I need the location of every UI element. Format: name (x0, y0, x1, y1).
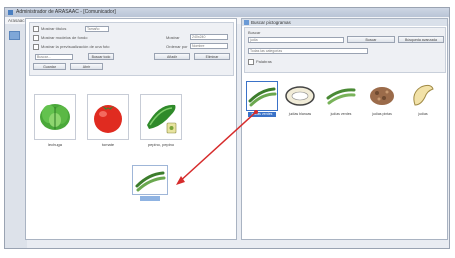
white-beans-icon (285, 86, 315, 106)
cucumber-icon (147, 104, 177, 134)
pinto-beans-icon (370, 87, 394, 105)
dragged-pictogram[interactable] (132, 165, 168, 195)
dialog-icon (244, 20, 249, 25)
option-row-titles: Mostrar títulos (33, 26, 66, 32)
search-panel: Buscar judía Buscar Búsqueda avanzada To… (244, 27, 446, 73)
bean-icon (413, 84, 434, 106)
tile-label-lettuce: lechuga (47, 142, 62, 147)
option-row-preview: Mostrar la previsualización de una foto (33, 44, 109, 50)
dialog-title: Buscar pictogramas (251, 20, 291, 25)
side-toolbar (5, 24, 27, 248)
search-button[interactable]: Buscar (347, 36, 395, 43)
result-tile-green-beans[interactable] (246, 81, 278, 111)
preview-label: Mostrar la previsualización de una foto (41, 44, 110, 50)
pictogram-tile-tomato[interactable] (87, 94, 129, 140)
option-row-background: Mostrar modelos de fondo (33, 35, 87, 41)
app-icon (8, 10, 13, 15)
tomato-icon (94, 105, 122, 133)
green-beans-ghost-icon (135, 171, 166, 192)
communicator-panel: Mostrar títulos Tamaño Mostrar modelos d… (25, 18, 237, 240)
background-label: Mostrar modelos de fondo (41, 35, 88, 41)
result-label-white-beans: judías blancas (288, 112, 312, 116)
category-select[interactable]: Todas las categorías (248, 48, 368, 54)
green-beans-2-icon (326, 88, 356, 105)
tile-label-tomato: tomate (101, 142, 115, 147)
result-label-green-beans-2: judías verdes (330, 112, 352, 116)
filter-label: Palabras (256, 59, 272, 65)
result-tile-bean[interactable] (407, 81, 439, 111)
result-label-green-beans: judías verdes (248, 112, 276, 117)
menu-item-arasaac[interactable]: Arasaac (8, 18, 25, 23)
order-label: Ordenar por (166, 44, 188, 49)
result-label-bean: judías (418, 112, 428, 116)
save-button[interactable]: Guardar (33, 63, 66, 70)
order-select[interactable]: Nombre (190, 43, 228, 49)
titles-checkbox[interactable] (33, 26, 39, 32)
lettuce-icon (40, 104, 70, 130)
dragged-pictogram-label (140, 196, 160, 201)
add-button[interactable]: Añadir (154, 53, 190, 60)
pictogram-tile-cucumber[interactable] (140, 94, 182, 140)
result-tile-pinto-beans[interactable] (366, 81, 398, 111)
tile-label-cucumber: pepino, pepino (147, 142, 175, 147)
quality-label: Mostrar (166, 35, 180, 40)
advanced-search-button[interactable]: Búsqueda avanzada (398, 36, 444, 43)
folder-icon[interactable] (9, 31, 20, 40)
green-beans-icon (248, 87, 277, 107)
quality-select[interactable]: 240x240 (190, 34, 228, 40)
open-button[interactable]: Abrir (70, 63, 103, 70)
options-panel: Mostrar títulos Tamaño Mostrar modelos d… (29, 22, 234, 76)
background-checkbox[interactable] (33, 35, 39, 41)
result-tile-white-beans[interactable] (284, 81, 316, 111)
result-label-pinto-beans: judías pintas (372, 112, 392, 116)
preview-checkbox[interactable] (33, 44, 39, 50)
search-label: Buscar (248, 30, 261, 35)
search-pictograms-dialog: Buscar pictogramas Buscar judía Buscar B… (241, 18, 448, 240)
search-all-button[interactable]: Buscar todo (88, 53, 114, 60)
title-bar: Administrador de ARASAAC - [Comunicador] (5, 8, 449, 17)
keyword-input[interactable]: judía (248, 37, 344, 43)
dialog-title-bar: Buscar pictogramas (242, 19, 447, 26)
filter-row: Palabras (248, 59, 272, 65)
pictogram-tile-lettuce[interactable] (34, 94, 76, 140)
delete-button[interactable]: Eliminar (194, 53, 230, 60)
search-input[interactable]: Buscar... (35, 54, 73, 60)
titles-label: Mostrar títulos (41, 26, 67, 32)
result-tile-green-beans-2[interactable] (325, 81, 357, 111)
filter-checkbox[interactable] (248, 59, 254, 65)
size-field[interactable]: Tamaño (85, 26, 109, 32)
window-title: Administrador de ARASAAC - [Comunicador] (16, 9, 116, 15)
